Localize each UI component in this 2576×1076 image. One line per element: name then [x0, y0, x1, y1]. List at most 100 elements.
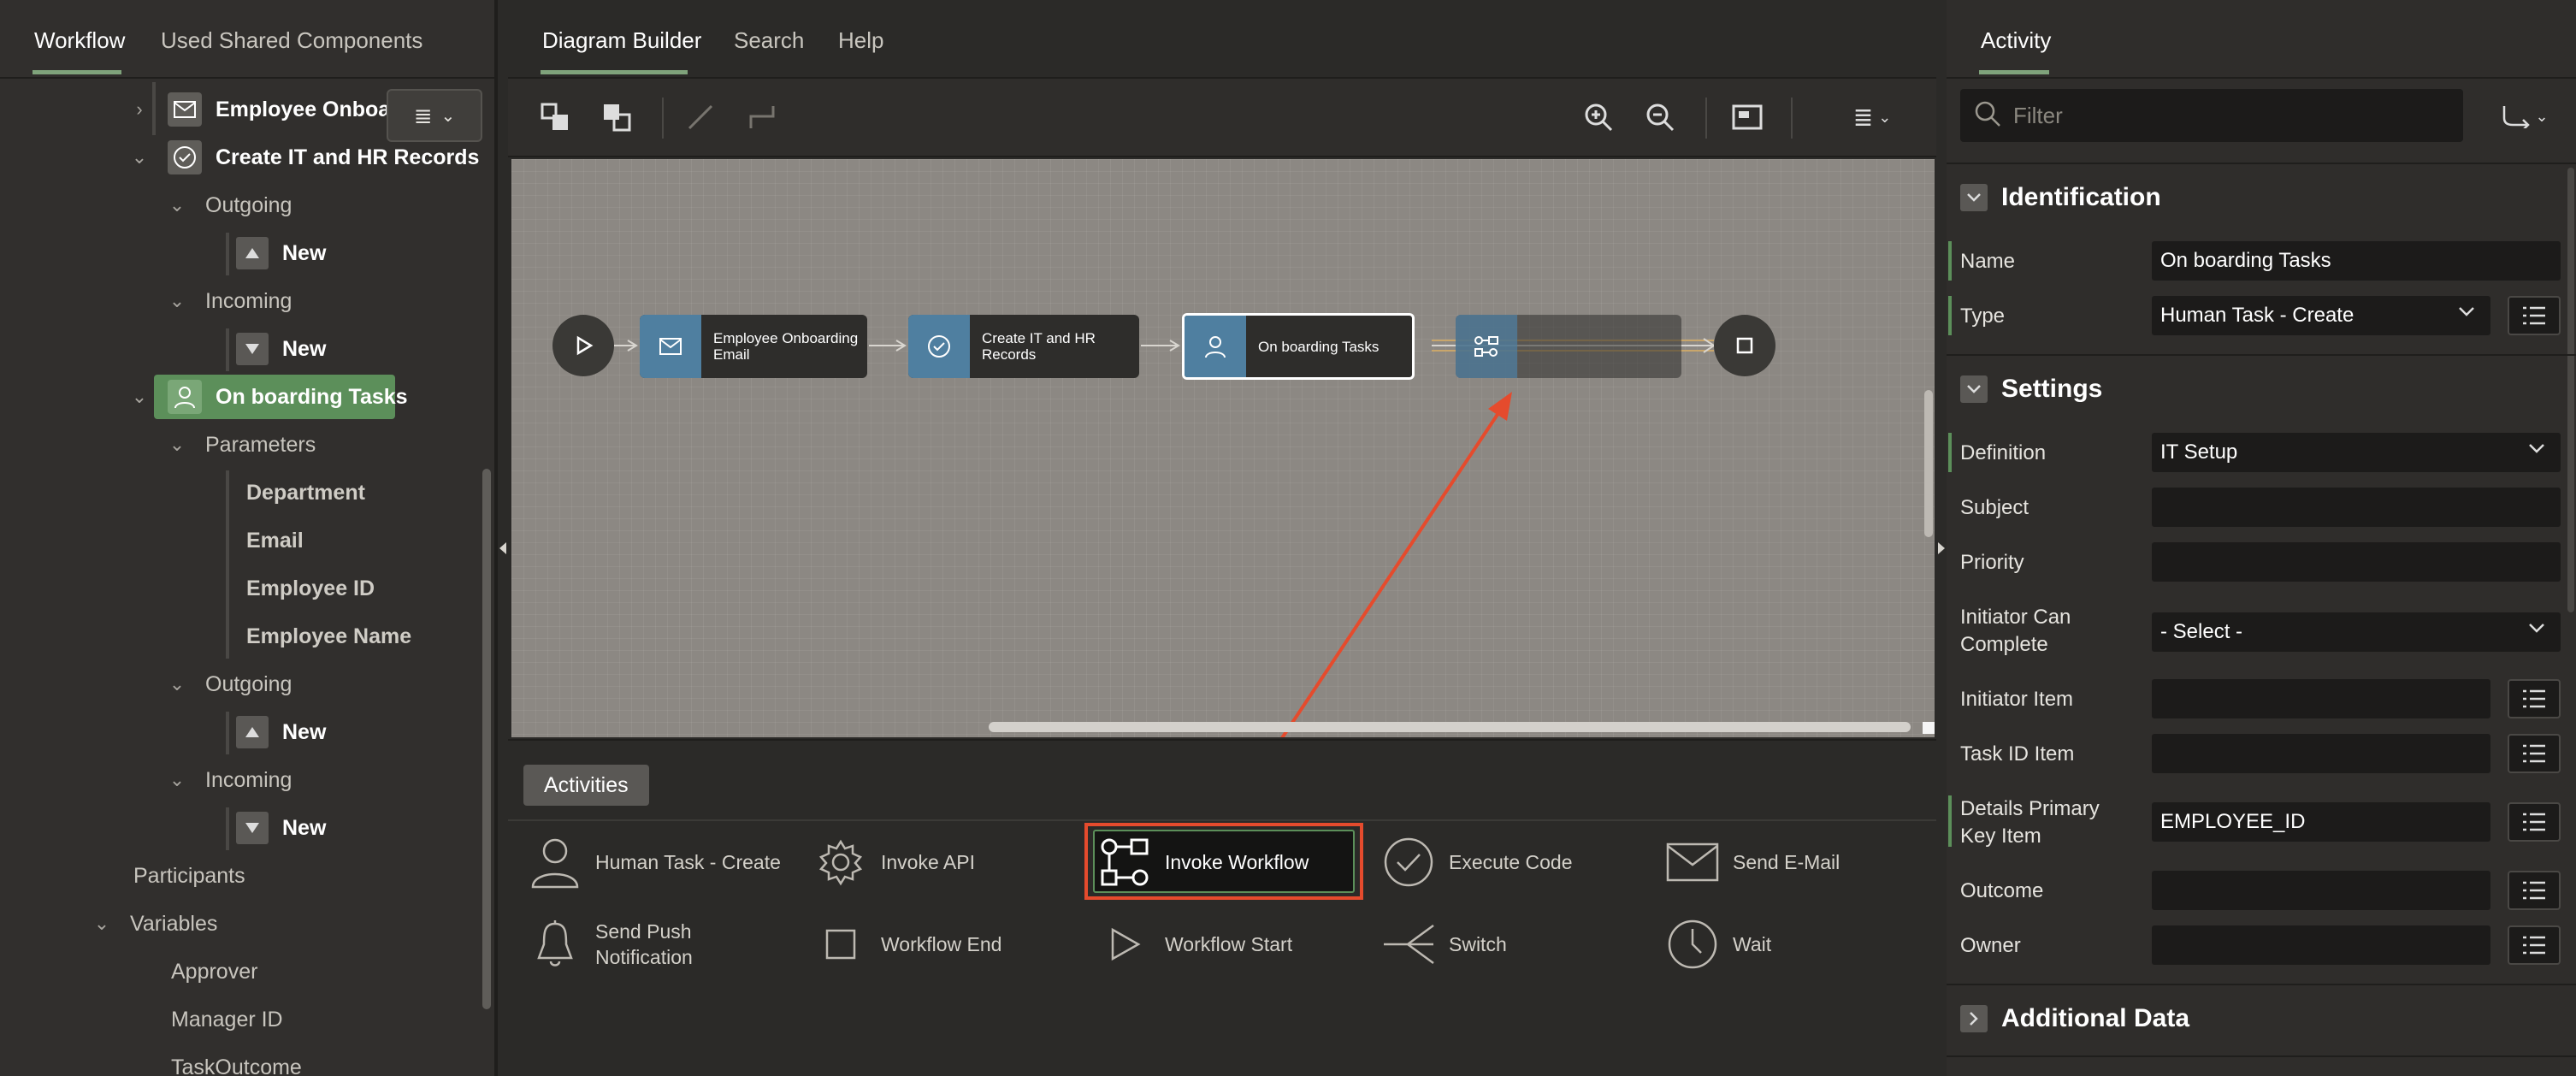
tree-node-create-it-hr[interactable]: ⌄ Create IT and HR Records: [130, 133, 479, 181]
owner-field[interactable]: [2152, 925, 2490, 965]
chevron-down-icon[interactable]: ⌄: [168, 196, 186, 215]
initiator-can-complete-select[interactable]: - Select -: [2152, 612, 2561, 652]
tree-node-new-outgoing[interactable]: New: [236, 229, 326, 277]
activity-wait[interactable]: Wait: [1663, 910, 1771, 978]
canvas-horizontal-scrollbar[interactable]: [989, 722, 1911, 732]
type-list-button[interactable]: [2508, 296, 2561, 335]
outcome-list-button[interactable]: [2508, 871, 2561, 910]
zoom-out-icon[interactable]: [1639, 96, 1681, 139]
node-employee-onboarding-email[interactable]: Employee Onboarding Email: [640, 315, 867, 378]
chevron-down-icon[interactable]: ⌄: [168, 292, 186, 310]
subject-field[interactable]: [2152, 488, 2561, 527]
chevron-down-icon[interactable]: ⌄: [168, 771, 186, 789]
task-id-item-list-button[interactable]: [2508, 734, 2561, 773]
activity-switch[interactable]: Switch: [1379, 910, 1507, 978]
chevron-down-icon[interactable]: ⌄: [168, 435, 186, 454]
bring-to-front-icon[interactable]: [595, 96, 638, 139]
outcome-field[interactable]: [2152, 871, 2490, 910]
owner-list-button[interactable]: [2508, 925, 2561, 965]
tree-param-employee-name[interactable]: Employee Name: [246, 612, 411, 660]
details-primary-key-item-field[interactable]: EMPLOYEE_ID: [2152, 802, 2490, 842]
activity-invoke-api[interactable]: Invoke API: [811, 828, 975, 896]
chevron-right-icon[interactable]: ›: [130, 100, 149, 119]
tree-node-employee-onboard[interactable]: › Employee Onboard: [130, 86, 411, 133]
collapse-left-icon[interactable]: [499, 542, 506, 554]
activity-execute-code[interactable]: Execute Code: [1379, 828, 1572, 896]
tree-var-approver[interactable]: Approver: [171, 948, 257, 996]
activity-send-email[interactable]: Send E-Mail: [1663, 828, 1840, 896]
tree-node-new-outgoing-2[interactable]: New: [236, 708, 326, 756]
diagram-menu-icon[interactable]: ≣ ⌄: [1842, 96, 1902, 139]
chevron-down-icon[interactable]: [1960, 375, 1988, 403]
tab-activity[interactable]: Activity: [1981, 27, 2051, 54]
tree-folder-incoming-2[interactable]: ⌄ Incoming: [168, 756, 292, 804]
tree-var-taskoutcome[interactable]: TaskOutcome: [171, 1043, 302, 1076]
initiator-item-list-button[interactable]: [2508, 679, 2561, 718]
tree-node-on-boarding-tasks[interactable]: ⌄ On boarding Tasks: [130, 373, 408, 421]
tree-node-new-incoming-2[interactable]: New: [236, 804, 326, 852]
go-to-group-button[interactable]: ⌄: [2490, 99, 2559, 133]
canvas-vertical-scrollbar[interactable]: [1924, 390, 1933, 537]
tree-folder-outgoing[interactable]: ⌄ Outgoing: [168, 181, 292, 229]
list-icon: ≣: [413, 102, 433, 128]
tree-folder-outgoing-2[interactable]: ⌄ Outgoing: [168, 660, 292, 708]
activity-workflow-start[interactable]: Workflow Start: [1095, 910, 1292, 978]
definition-select[interactable]: IT Setup: [2152, 433, 2561, 472]
activity-send-push-notification[interactable]: Send Push Notification: [525, 910, 782, 978]
tab-workflow[interactable]: Workflow: [34, 27, 125, 54]
tree-var-manager-id[interactable]: Manager ID: [171, 996, 283, 1043]
tab-used-shared-components[interactable]: Used Shared Components: [161, 27, 422, 54]
activities-header: Activities: [523, 765, 649, 806]
send-to-back-icon[interactable]: [534, 96, 576, 139]
tree-folder-participants[interactable]: Participants: [133, 852, 245, 900]
activity-workflow-end[interactable]: Workflow End: [811, 910, 1001, 978]
right-splitter[interactable]: [1936, 0, 1947, 1076]
collapse-right-icon[interactable]: [1938, 542, 1945, 554]
chevron-down-icon[interactable]: ⌄: [130, 148, 149, 167]
tree-node-new-incoming[interactable]: New: [236, 325, 326, 373]
left-splitter[interactable]: [498, 0, 508, 1076]
filter-input[interactable]: Filter: [1960, 89, 2463, 142]
section-identification[interactable]: Identification: [1947, 163, 2576, 231]
details-primary-key-list-button[interactable]: [2508, 802, 2561, 842]
initiator-item-field[interactable]: [2152, 679, 2490, 718]
elbow-connector-icon[interactable]: [741, 96, 783, 139]
chevron-down-icon[interactable]: ⌄: [168, 675, 186, 694]
tab-search[interactable]: Search: [734, 27, 804, 54]
node-label: On boarding Tasks: [1258, 338, 1380, 355]
type-select[interactable]: Human Task - Create: [2152, 296, 2490, 335]
left-scrollbar[interactable]: [482, 469, 491, 1009]
tree-folder-parameters[interactable]: ⌄ Parameters: [168, 421, 316, 469]
tree-param-department[interactable]: Department: [246, 469, 365, 517]
activity-invoke-workflow[interactable]: Invoke Workflow: [1095, 828, 1309, 896]
priority-field[interactable]: [2152, 542, 2561, 582]
tab-help[interactable]: Help: [838, 27, 883, 54]
workflow-start-node[interactable]: [552, 315, 614, 376]
section-additional-data[interactable]: Additional Data: [1947, 984, 2576, 1052]
tree-node-label: New: [282, 719, 327, 744]
fit-to-screen-icon[interactable]: [1726, 96, 1769, 139]
workflow-end-node[interactable]: [1714, 315, 1775, 376]
activity-label: Wait: [1733, 932, 1772, 955]
tree-folder-incoming[interactable]: ⌄ Incoming: [168, 277, 292, 325]
chevron-right-icon[interactable]: [1960, 1005, 1988, 1032]
chevron-down-icon[interactable]: [1960, 184, 1988, 211]
tree-param-employee-id[interactable]: Employee ID: [246, 565, 375, 612]
chevron-down-icon[interactable]: ⌄: [92, 914, 111, 933]
task-id-item-field[interactable]: [2152, 734, 2490, 773]
straight-connector-icon[interactable]: [679, 96, 722, 139]
activity-human-task-create[interactable]: Human Task - Create: [525, 828, 781, 896]
node-invoke-workflow-drop-preview[interactable]: [1456, 315, 1681, 378]
diagram-canvas[interactable]: Employee Onboarding Email Create IT and …: [511, 159, 1935, 737]
activity-label: Workflow End: [881, 932, 1002, 955]
tree-param-email[interactable]: Email: [246, 517, 304, 565]
zoom-in-icon[interactable]: [1577, 96, 1620, 139]
tree-folder-variables[interactable]: ⌄ Variables: [92, 900, 218, 948]
tab-diagram-builder[interactable]: Diagram Builder: [542, 27, 701, 54]
chevron-down-icon[interactable]: ⌄: [130, 387, 149, 406]
list-icon: [2523, 936, 2545, 955]
name-field[interactable]: On boarding Tasks: [2152, 241, 2561, 281]
node-on-boarding-tasks[interactable]: On boarding Tasks: [1182, 313, 1415, 380]
node-create-it-hr-records[interactable]: Create IT and HR Records: [908, 315, 1139, 378]
section-settings[interactable]: Settings: [1947, 354, 2576, 423]
